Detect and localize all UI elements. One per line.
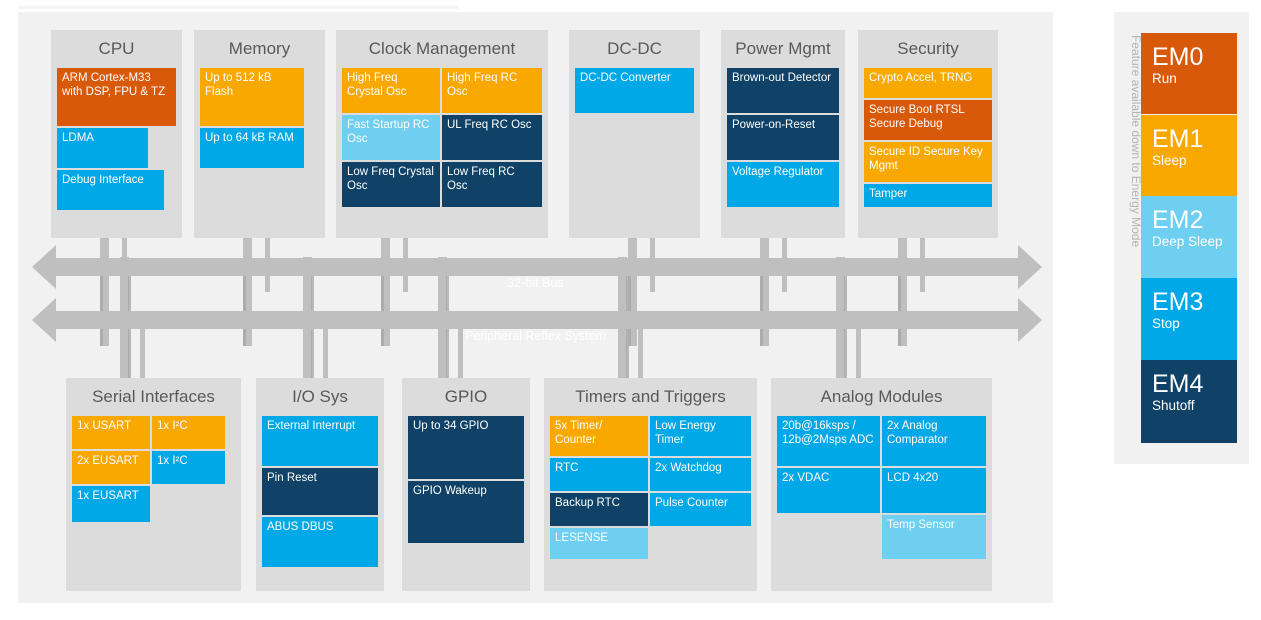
group-timers-and-triggers[interactable]: Timers and Triggers 5x Timer/ Counter Lo…: [544, 378, 757, 591]
block-1x-i2c-b[interactable]: 1x I²C: [152, 451, 225, 484]
group-memory[interactable]: Memory Up to 512 kB Flash Up to 64 kB RA…: [194, 30, 325, 238]
energy-mode-em3-name: EM3: [1152, 288, 1204, 316]
block-abus-dbus[interactable]: ABUS DBUS: [262, 517, 378, 567]
block-up-to-34-gpio[interactable]: Up to 34 GPIO: [408, 416, 524, 479]
group-clock-management[interactable]: Clock Management High Freq Crystal Osc H…: [336, 30, 548, 238]
block-lf-crystal-osc[interactable]: Low Freq Crystal Osc: [342, 162, 440, 207]
block-2x-analog-comparator[interactable]: 2x Analog Comparator: [882, 416, 986, 466]
energy-mode-em1[interactable]: EM1 Sleep: [1141, 115, 1237, 196]
block-2x-vdac[interactable]: 2x VDAC: [777, 468, 880, 513]
mcu-block-diagram-panel: 32-bit Bus Peripheral Reflex System CPU …: [18, 12, 1053, 603]
block-crypto-accel-trng[interactable]: Crypto Accel, TRNG: [864, 68, 992, 98]
group-gpio[interactable]: GPIO Up to 34 GPIO GPIO Wakeup: [402, 378, 530, 591]
group-cpu[interactable]: CPU ARM Cortex-M33 with DSP, FPU & TZ LD…: [51, 30, 182, 238]
block-external-interrupt[interactable]: External Interrupt: [262, 416, 378, 466]
group-title-memory: Memory: [228, 39, 291, 58]
block-secure-boot-rtsl[interactable]: Secure Boot RTSL Secure Debug: [864, 100, 992, 140]
block-1x-i2c-a[interactable]: 1x I²C: [152, 416, 225, 449]
block-fast-startup-rc-osc[interactable]: Fast Startup RC Osc: [342, 115, 440, 160]
block-tamper[interactable]: Tamper: [864, 184, 992, 207]
group-title-clock-management: Clock Management: [368, 39, 516, 58]
block-1x-eusart[interactable]: 1x EUSART: [72, 486, 150, 522]
block-2x-eusart[interactable]: 2x EUSART: [72, 451, 150, 484]
energy-mode-em2[interactable]: EM2 Deep Sleep: [1141, 196, 1237, 278]
group-analog-modules[interactable]: Analog Modules 20b@16ksps / 12b@2Msps AD…: [771, 378, 992, 591]
block-flash[interactable]: Up to 512 kB Flash: [200, 68, 304, 126]
block-1x-usart[interactable]: 1x USART: [72, 416, 150, 449]
energy-mode-em3-sub: Stop: [1152, 316, 1180, 331]
energy-mode-caption: Feature available down to Energy Mode: [1129, 35, 1143, 248]
block-temp-sensor[interactable]: Temp Sensor: [882, 515, 986, 559]
diagram-canvas: 32-bit Bus Peripheral Reflex System CPU …: [0, 0, 1261, 620]
group-title-dc-dc: DC-DC: [607, 39, 662, 58]
energy-mode-em4[interactable]: EM4 Shutoff: [1141, 360, 1237, 443]
group-title-io-sys: I/O Sys: [292, 387, 348, 406]
block-arm-cortex-m33[interactable]: ARM Cortex-M33 with DSP, FPU & TZ: [57, 68, 176, 126]
energy-mode-em0-name: EM0: [1152, 43, 1204, 71]
energy-mode-em1-sub: Sleep: [1152, 153, 1187, 168]
block-lesense[interactable]: LESENSE: [550, 528, 648, 559]
group-title-security: Security: [897, 39, 959, 58]
block-pin-reset[interactable]: Pin Reset: [262, 468, 378, 515]
block-dc-dc-converter[interactable]: DC-DC Converter: [575, 68, 694, 113]
bus-arrow-prs: [32, 298, 1042, 342]
group-title-serial-interfaces: Serial Interfaces: [92, 387, 215, 406]
group-power-mgmt[interactable]: Power Mgmt Brown-out Detector Power-on-R…: [721, 30, 845, 238]
group-security[interactable]: Security Crypto Accel, TRNG Secure Boot …: [858, 30, 998, 238]
energy-mode-em2-name: EM2: [1152, 206, 1204, 234]
block-5x-timer-counter[interactable]: 5x Timer/ Counter: [550, 416, 648, 456]
block-backup-rtc[interactable]: Backup RTC: [550, 493, 648, 526]
block-hf-rc-osc[interactable]: High Freq RC Osc: [442, 68, 542, 113]
group-title-power-mgmt: Power Mgmt: [735, 39, 831, 58]
energy-mode-stack: EM0 Run EM1 Sleep EM2 Deep Sleep EM3 Sto…: [1141, 33, 1237, 443]
block-ram[interactable]: Up to 64 kB RAM: [200, 128, 304, 168]
group-title-cpu: CPU: [98, 39, 135, 58]
energy-mode-em1-name: EM1: [1152, 125, 1204, 153]
block-ul-freq-rc-osc[interactable]: UL Freq RC Osc: [442, 115, 542, 160]
energy-mode-em2-sub: Deep Sleep: [1152, 234, 1223, 249]
block-lf-rc-osc[interactable]: Low Freq RC Osc: [442, 162, 542, 207]
block-secure-id-key-mgmt[interactable]: Secure ID Secure Key Mgmt: [864, 142, 992, 182]
block-2x-watchdog[interactable]: 2x Watchdog: [650, 458, 751, 491]
energy-mode-em4-sub: Shutoff: [1152, 398, 1195, 413]
group-serial-interfaces[interactable]: Serial Interfaces 1x USART 1x I²C 2x EUS…: [66, 378, 241, 591]
block-gpio-wakeup[interactable]: GPIO Wakeup: [408, 481, 524, 543]
energy-mode-em4-name: EM4: [1152, 370, 1204, 398]
energy-mode-em0-sub: Run: [1152, 71, 1177, 86]
group-title-analog-modules: Analog Modules: [820, 387, 943, 406]
block-ldma[interactable]: LDMA: [57, 128, 148, 168]
block-lcd-4x20[interactable]: LCD 4x20: [882, 468, 986, 513]
block-brown-out-detector[interactable]: Brown-out Detector: [727, 68, 839, 113]
group-title-timers-and-triggers: Timers and Triggers: [575, 387, 726, 406]
block-debug-interface[interactable]: Debug Interface: [57, 170, 164, 210]
block-pulse-counter[interactable]: Pulse Counter: [650, 493, 751, 526]
group-title-gpio: GPIO: [444, 387, 488, 406]
block-rtc[interactable]: RTC: [550, 458, 648, 491]
block-voltage-regulator[interactable]: Voltage Regulator: [727, 162, 839, 207]
bus-arrow-32bit: [32, 245, 1042, 289]
energy-mode-em0[interactable]: EM0 Run: [1141, 33, 1237, 114]
group-dc-dc[interactable]: DC-DC DC-DC Converter: [569, 30, 700, 238]
block-power-on-reset[interactable]: Power-on-Reset: [727, 115, 839, 160]
top-hairline: [18, 6, 458, 9]
energy-mode-em3[interactable]: EM3 Stop: [1141, 278, 1237, 360]
group-io-sys[interactable]: I/O Sys External Interrupt Pin Reset ABU…: [256, 378, 384, 591]
block-adc[interactable]: 20b@16ksps / 12b@2Msps ADC: [777, 416, 880, 466]
block-low-energy-timer[interactable]: Low Energy Timer: [650, 416, 751, 456]
block-hf-crystal-osc[interactable]: High Freq Crystal Osc: [342, 68, 440, 113]
